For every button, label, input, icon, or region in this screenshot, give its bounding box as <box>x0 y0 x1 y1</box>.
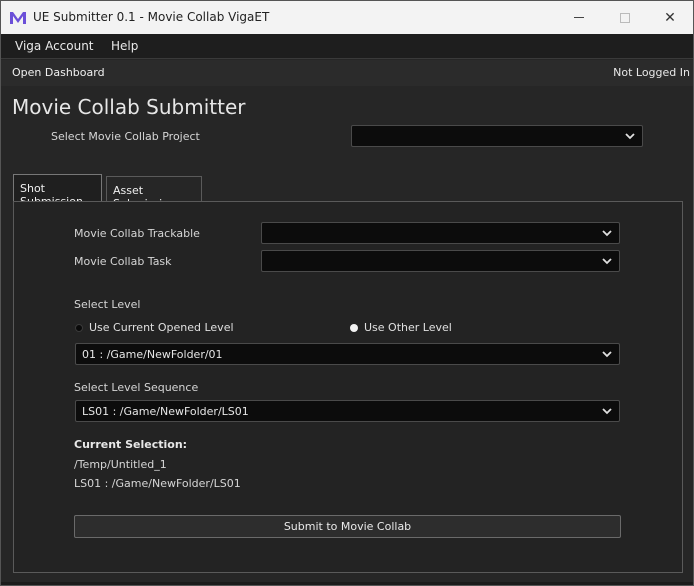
minimize-button[interactable] <box>556 1 602 34</box>
login-status: Not Logged In <box>613 66 690 79</box>
sequence-label: Select Level Sequence <box>74 381 199 394</box>
project-select[interactable] <box>351 125 643 147</box>
current-selection-sequence: LS01 : /Game/NewFolder/LS01 <box>74 477 241 490</box>
current-selection-title: Current Selection: <box>74 438 188 451</box>
sequence-select[interactable]: LS01 : /Game/NewFolder/LS01 <box>75 400 620 422</box>
tab-asset-submission[interactable]: Asset Submission <box>106 176 202 210</box>
menu-bar: Viga Account Help <box>1 34 693 59</box>
window-title: UE Submitter 0.1 - Movie Collab VigaET <box>33 10 270 24</box>
close-icon: ✕ <box>664 9 676 26</box>
maximize-icon <box>620 12 630 23</box>
menu-viga-account[interactable]: Viga Account <box>15 39 94 53</box>
radio-label: Use Other Level <box>364 321 452 334</box>
chevron-down-icon <box>602 351 612 358</box>
sequence-select-value: LS01 : /Game/NewFolder/LS01 <box>82 405 249 418</box>
select-level-label: Select Level <box>74 298 141 311</box>
radio-label: Use Current Opened Level <box>89 321 234 334</box>
chevron-down-icon <box>625 133 635 140</box>
chevron-down-icon <box>602 230 612 237</box>
page-title: Movie Collab Submitter <box>12 95 246 119</box>
radio-checked-icon <box>350 323 358 332</box>
chevron-down-icon <box>602 258 612 265</box>
close-button[interactable]: ✕ <box>647 1 693 34</box>
task-label: Movie Collab Task <box>74 255 172 268</box>
current-selection-level: /Temp/Untitled_1 <box>74 458 167 471</box>
level-select[interactable]: 01 : /Game/NewFolder/01 <box>75 343 620 365</box>
menu-help[interactable]: Help <box>111 39 138 53</box>
maximize-button[interactable] <box>602 1 648 34</box>
status-row: Open Dashboard Not Logged In <box>1 60 693 86</box>
task-select[interactable] <box>261 250 620 272</box>
radio-unchecked-icon <box>75 323 83 332</box>
app-window: UE Submitter 0.1 - Movie Collab VigaET ✕… <box>0 0 694 586</box>
level-select-value: 01 : /Game/NewFolder/01 <box>82 348 223 361</box>
radio-use-other-level[interactable]: Use Other Level <box>350 321 452 334</box>
window-bottom-edge <box>1 582 693 585</box>
app-logo-icon <box>10 12 26 24</box>
submit-button[interactable]: Submit to Movie Collab <box>74 515 621 538</box>
title-bar[interactable]: UE Submitter 0.1 - Movie Collab VigaET ✕ <box>1 1 693 34</box>
chevron-down-icon <box>602 408 612 415</box>
radio-use-current-level[interactable]: Use Current Opened Level <box>75 321 234 334</box>
trackable-select[interactable] <box>261 222 620 244</box>
open-dashboard-link[interactable]: Open Dashboard <box>12 66 105 79</box>
trackable-label: Movie Collab Trackable <box>74 227 200 240</box>
minimize-icon <box>574 17 584 18</box>
project-label: Select Movie Collab Project <box>51 130 200 143</box>
tab-shot-submission[interactable]: Shot Submission <box>13 174 102 208</box>
